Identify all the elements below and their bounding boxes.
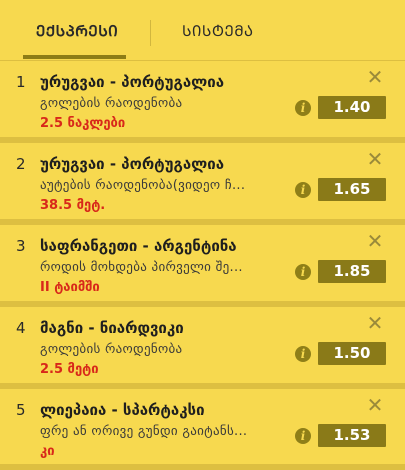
- info-icon[interactable]: i: [295, 182, 311, 198]
- bet-teams: ურუგვაი - პორტუგალია: [40, 73, 225, 91]
- tab-system[interactable]: ᲡᲘᲡᲢᲔᲛᲐ: [182, 21, 254, 41]
- odd-button[interactable]: 1.40: [318, 96, 386, 119]
- tab-divider: [150, 20, 151, 46]
- bet-item: 2 ურუგვაი - პორტუგალია აუტების რაოდენობა…: [0, 143, 405, 218]
- info-icon[interactable]: i: [295, 100, 311, 116]
- bet-item: 1 ურუგვაი - პორტუგალია გოლების რაოდენობა…: [0, 61, 405, 136]
- bet-teams: საფრანგეთი - არგენტინა: [40, 237, 237, 255]
- bet-pick: II ტაიმში: [40, 280, 100, 295]
- bet-item: 4 მაგნი - ნიარდვიკი გოლების რაოდენობა 2.…: [0, 307, 405, 382]
- bet-pick: 2.5 ნაკლები: [40, 116, 126, 131]
- bet-market: გოლების რაოდენობა: [40, 342, 183, 357]
- odd-button[interactable]: 1.50: [318, 342, 386, 365]
- tab-express[interactable]: ᲔᲥᲡᲞᲠᲔᲡᲘ: [36, 21, 118, 41]
- odd-button[interactable]: 1.53: [318, 424, 386, 447]
- bet-market: როდის მოხდება პირველი შე...: [40, 260, 243, 275]
- bet-number: 3: [16, 237, 26, 255]
- bet-market: გოლების რაოდენობა: [40, 96, 183, 111]
- betslip-tabs: ᲔᲥᲡᲞᲠᲔᲡᲘ ᲡᲘᲡᲢᲔᲛᲐ: [0, 0, 405, 60]
- odd-button[interactable]: 1.85: [318, 260, 386, 283]
- bet-number: 4: [16, 319, 26, 337]
- close-icon[interactable]: ✕: [364, 230, 386, 252]
- bet-item: 3 საფრანგეთი - არგენტინა როდის მოხდება პ…: [0, 225, 405, 300]
- bet-pick: კი: [40, 444, 55, 459]
- close-icon[interactable]: ✕: [364, 394, 386, 416]
- bet-number: 2: [16, 155, 26, 173]
- bet-market: ფრე ან ორივე გუნდი გაიტანს...: [40, 424, 248, 439]
- close-icon[interactable]: ✕: [364, 312, 386, 334]
- bet-pick: 2.5 მეტი: [40, 362, 99, 377]
- info-icon[interactable]: i: [295, 264, 311, 280]
- bet-pick: 38.5 მეტ.: [40, 198, 106, 213]
- info-icon[interactable]: i: [295, 428, 311, 444]
- bet-teams: ურუგვაი - პორტუგალია: [40, 155, 225, 173]
- close-icon[interactable]: ✕: [364, 148, 386, 170]
- bet-number: 5: [16, 401, 26, 419]
- close-icon[interactable]: ✕: [364, 66, 386, 88]
- odd-button[interactable]: 1.65: [318, 178, 386, 201]
- bet-divider: [0, 464, 405, 470]
- bet-item: 5 ლიეპაია - სპარტაკსი ფრე ან ორივე გუნდი…: [0, 389, 405, 464]
- bet-market: აუტების რაოდენობა(ვიდეო ჩ...: [40, 178, 246, 193]
- betslip-panel: ᲔᲥᲡᲞᲠᲔᲡᲘ ᲡᲘᲡᲢᲔᲛᲐ 1 ურუგვაი - პორტუგალია …: [0, 0, 405, 470]
- bet-teams: მაგნი - ნიარდვიკი: [40, 319, 184, 337]
- bet-teams: ლიეპაია - სპარტაკსი: [40, 401, 205, 419]
- info-icon[interactable]: i: [295, 346, 311, 362]
- bet-number: 1: [16, 73, 26, 91]
- active-tab-indicator: [23, 55, 126, 59]
